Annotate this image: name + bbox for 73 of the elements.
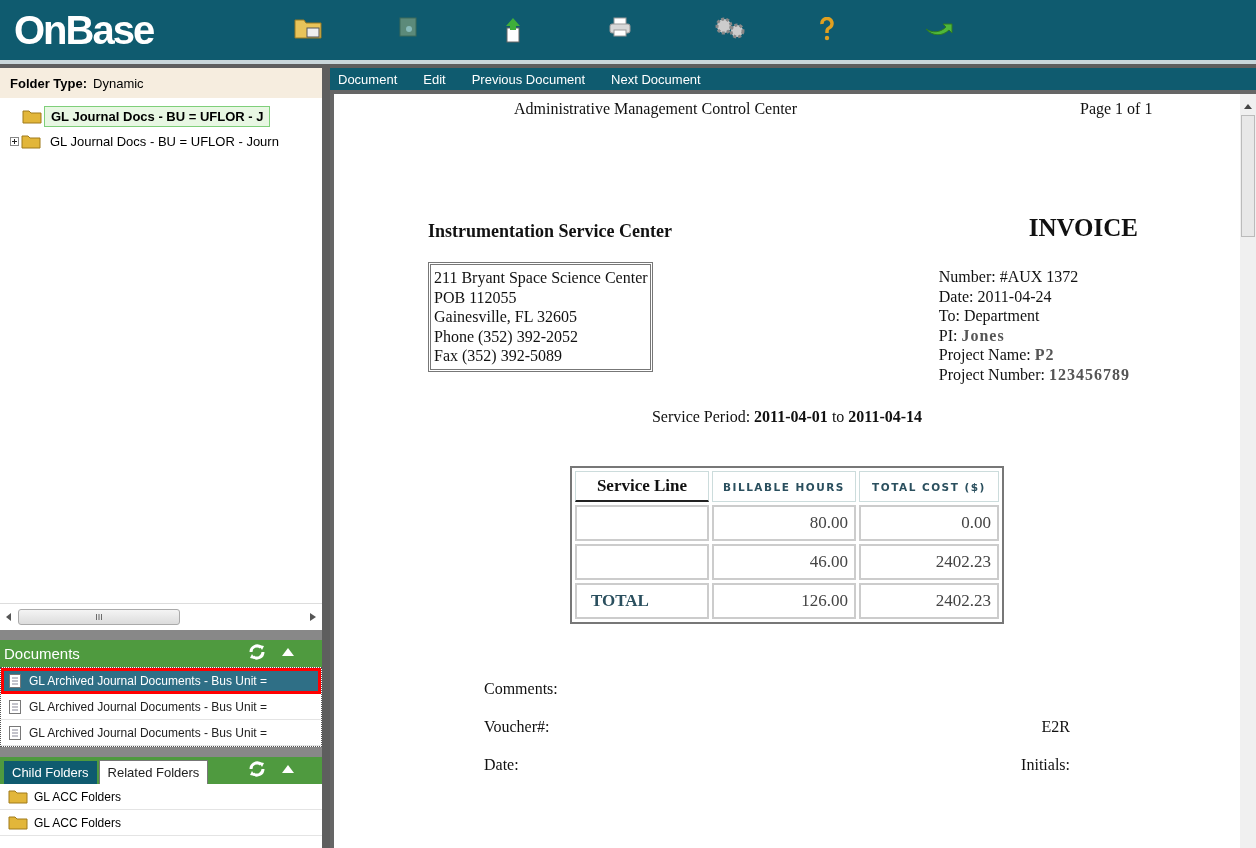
column-header: BILLABLE HOURS bbox=[712, 471, 856, 502]
menu-item[interactable]: Previous Document bbox=[471, 71, 586, 87]
expand-icon[interactable] bbox=[10, 137, 19, 146]
table-cell: 126.00 bbox=[712, 583, 856, 619]
document-icon bbox=[9, 673, 21, 688]
table-cell: 80.00 bbox=[712, 505, 856, 541]
tree-item[interactable]: GL Journal Docs - BU = UFLOR - Journ bbox=[43, 131, 286, 152]
table-cell: TOTAL bbox=[575, 583, 709, 619]
address-line: Fax (352) 392-5089 bbox=[434, 346, 563, 366]
field-value: Initials: bbox=[1021, 756, 1070, 774]
invoice-detail: Project Name: P2 bbox=[938, 345, 1056, 365]
vertical-scrollbar[interactable] bbox=[1240, 94, 1256, 848]
invoice-detail: To: Department bbox=[938, 306, 1041, 326]
folder-tab[interactable]: Child Folders bbox=[4, 761, 97, 784]
address-line: POB 112055 bbox=[434, 287, 518, 307]
menu-item[interactable]: Next Document bbox=[611, 71, 701, 87]
folder-item[interactable]: GL ACC Folders bbox=[0, 810, 322, 836]
help-icon[interactable] bbox=[819, 17, 835, 41]
table-cell: 2402.23 bbox=[859, 583, 999, 619]
tree-item[interactable]: GL Journal Docs - BU = UFLOR - J bbox=[44, 106, 271, 127]
field-label: Date: bbox=[484, 756, 519, 774]
field-label: Voucher#: bbox=[484, 718, 550, 736]
service-period: Service Period: 2011-04-01 to 2011-04-14 bbox=[651, 408, 923, 425]
scrollbar-thumb[interactable]: III bbox=[18, 609, 180, 625]
menu-item[interactable]: Edit bbox=[423, 71, 446, 87]
invoice-detail: Number: #AUX 1372 bbox=[938, 267, 1080, 287]
folder-icon[interactable] bbox=[294, 17, 322, 39]
scroll-right-icon[interactable] bbox=[310, 613, 316, 621]
column-header: TOTAL COST ($) bbox=[859, 471, 999, 502]
refresh-icon[interactable] bbox=[248, 643, 266, 661]
document-item[interactable]: GL Archived Journal Documents - Bus Unit = bbox=[1, 694, 321, 720]
page-header: Administrative Management Control Center bbox=[514, 100, 799, 118]
collapse-icon[interactable] bbox=[282, 765, 294, 773]
documents-title: Documents bbox=[4, 645, 80, 664]
invoice-detail: Project Number: 123456789 bbox=[938, 364, 1130, 384]
folder-type-label: Folder Type: bbox=[10, 75, 88, 91]
address-line: Phone (352) 392-2052 bbox=[434, 326, 579, 346]
document-icon bbox=[9, 699, 21, 714]
scrollbar-thumb[interactable] bbox=[1241, 115, 1255, 237]
invoice-title: INVOICE bbox=[1028, 214, 1138, 242]
refresh-icon[interactable] bbox=[248, 760, 266, 778]
collapse-icon[interactable] bbox=[282, 648, 294, 656]
address-line: 211 Bryant Space Science Center bbox=[434, 268, 648, 288]
document-icon bbox=[9, 725, 21, 740]
table-cell: 0.00 bbox=[859, 505, 999, 541]
folder-icon bbox=[22, 109, 42, 124]
scroll-left-icon[interactable] bbox=[6, 613, 12, 621]
app-logo: OnBase bbox=[14, 7, 155, 53]
map-icon[interactable] bbox=[399, 17, 417, 37]
address-line: Gainesville, FL 32605 bbox=[434, 307, 578, 327]
folder-type-value: Dynamic bbox=[93, 75, 144, 91]
menu-item[interactable]: Document bbox=[338, 71, 398, 87]
horizontal-scrollbar[interactable]: III bbox=[0, 603, 322, 630]
table-cell: 2402.23 bbox=[859, 544, 999, 580]
page-number: Page 1 of 1 bbox=[1080, 100, 1154, 118]
folder-icon bbox=[8, 789, 28, 804]
folder-tab[interactable]: Related Folders bbox=[98, 760, 209, 784]
field-value: E2R bbox=[1041, 718, 1070, 736]
field-label: Comments: bbox=[484, 680, 558, 698]
column-header: Service Line bbox=[575, 471, 709, 502]
print-icon[interactable] bbox=[609, 17, 631, 37]
scroll-up-icon[interactable] bbox=[1244, 104, 1252, 109]
document-item[interactable]: GL Archived Journal Documents - Bus Unit = bbox=[1, 668, 321, 694]
folder-icon bbox=[8, 815, 28, 830]
invoice-detail: PI: Jones bbox=[938, 325, 1006, 345]
upload-icon[interactable] bbox=[504, 17, 522, 43]
invoice-detail: Date: 2011-04-24 bbox=[938, 286, 1053, 306]
settings-icon[interactable] bbox=[714, 17, 746, 39]
folder-icon bbox=[21, 134, 41, 149]
folder-item[interactable]: GL ACC Folders bbox=[0, 784, 322, 810]
company-name: Instrumentation Service Center bbox=[428, 221, 672, 242]
table-cell: 46.00 bbox=[712, 544, 856, 580]
document-item[interactable]: GL Archived Journal Documents - Bus Unit = bbox=[1, 720, 321, 746]
